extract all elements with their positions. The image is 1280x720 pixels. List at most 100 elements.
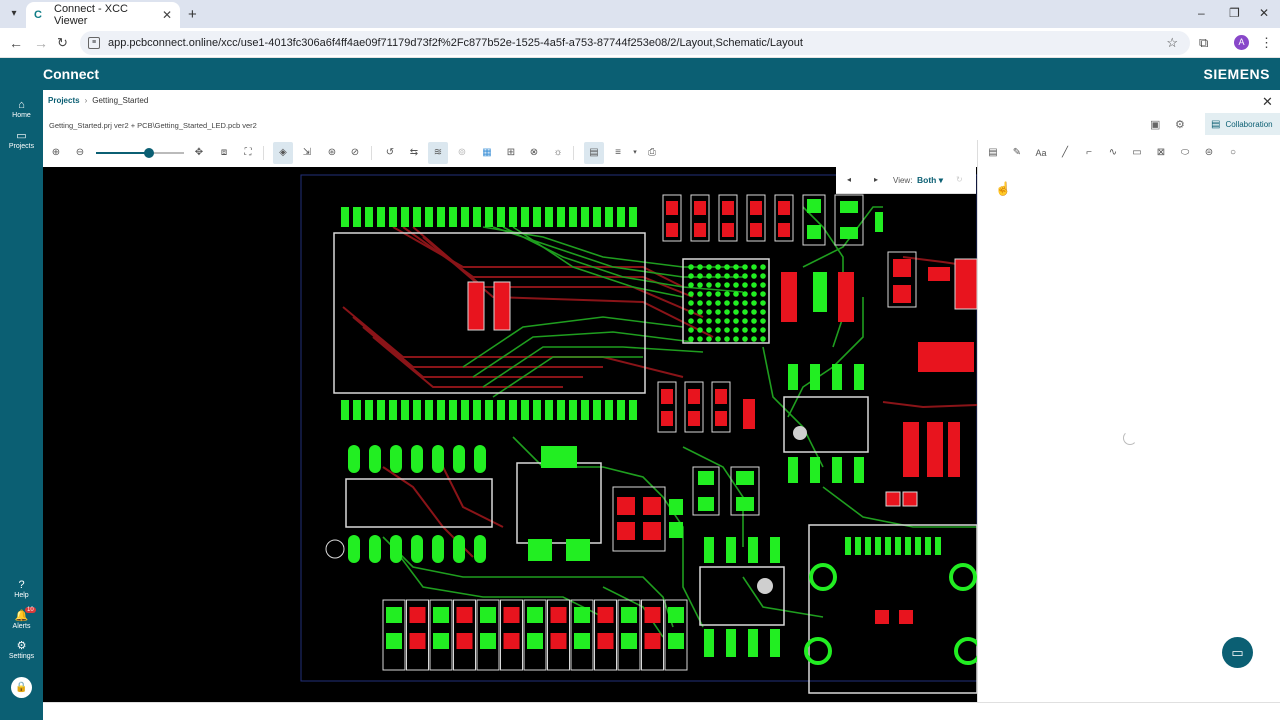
close-tab-icon[interactable]: ✕ [162,8,172,22]
zoom-in-icon[interactable]: ⊕ [49,146,63,160]
flip-icon[interactable]: ⇆ [407,146,421,160]
export-icon[interactable]: ⇲ [300,146,314,160]
rail-item-home[interactable]: ⌂ Home [0,99,43,119]
zoom-area-icon[interactable]: ⧈ [217,146,231,160]
snapshot-icon[interactable]: ▣ [1150,118,1160,131]
forward-icon[interactable]: → [34,35,48,51]
led-row [382,599,688,671]
breadcrumb-projects[interactable]: Projects [48,96,80,105]
line-tool-icon[interactable]: ╱ [1058,146,1072,160]
rail-item-projects[interactable]: ▭ Projects [0,129,43,150]
alerts-badge: 10 [25,607,36,613]
url-field[interactable]: ≡ app.pcbconnect.online/xcc/use1-4013fc3… [80,31,1190,55]
bga-ball [688,309,694,315]
bga-ball [742,264,748,270]
bga-ball [742,273,748,279]
bga-ball [715,309,721,315]
measure-icon[interactable]: ⊚ [455,146,469,160]
bga-ball [706,336,712,342]
cloud-rect-tool-icon[interactable]: ⊠ [1154,146,1168,160]
next-view-icon[interactable]: ▸ [874,175,878,184]
user-lock-icon[interactable]: 🔒 [11,677,32,698]
pen-icon[interactable]: ✎ [1010,146,1024,160]
highlight-net-icon[interactable]: ⊛ [325,146,339,160]
collaboration-button[interactable]: ▤ Collaboration [1205,113,1280,135]
site-info-icon[interactable]: ≡ [88,37,100,49]
bga-ball [760,264,766,270]
pan-icon[interactable]: ✥ [192,146,206,160]
prev-view-icon[interactable]: ◂ [847,175,851,184]
pane-divider[interactable] [977,140,978,703]
stackup-dropdown-icon[interactable]: ▾ [628,146,642,160]
minimize-icon[interactable]: – [1198,6,1205,20]
right-parts [781,251,977,507]
browser-menu-icon[interactable]: ⋮ [1260,35,1273,51]
resistor-array-top [662,194,883,246]
tab-search-icon[interactable]: ▾ [6,6,22,22]
markup-toolbar: ▤ ✎ Aa ╱ ⌐ ∿ ▭ ⊠ ⬭ ⊜ ○ [978,140,1280,166]
ellipse-tool-icon[interactable]: ⬭ [1178,146,1192,160]
stackup-icon[interactable]: ≡ [611,146,625,160]
bga-ball [688,282,694,288]
led-pad [527,607,543,623]
led-pad [597,633,614,649]
view-dropdown[interactable]: Both ▾ [917,175,943,186]
home-icon: ⌂ [18,99,25,111]
close-viewer-icon[interactable]: ✕ [1262,94,1273,110]
pcb-canvas[interactable] [43,167,977,702]
fit-view-icon[interactable]: ⛶ [241,146,255,160]
bga-ball [724,336,730,342]
zoom-slider-thumb[interactable] [143,148,154,158]
bga-ball [715,327,721,333]
search-part-icon[interactable]: ⊗ [527,146,541,160]
bga-ball [688,291,694,297]
rail-item-settings[interactable]: ⚙ Settings [0,639,43,660]
viewer-settings-icon[interactable]: ⚙ [1175,118,1185,131]
polyline-tool-icon[interactable]: ⌐ [1082,146,1096,160]
regulator-outline [516,462,602,544]
led-pad [386,633,402,649]
window-close-icon[interactable]: ✕ [1259,6,1269,20]
layer-stack-icon[interactable]: ≋ [428,142,448,164]
rotate-icon[interactable]: ↺ [383,146,397,160]
bga-ball [706,291,712,297]
led-pad [574,633,590,649]
extensions-icon[interactable]: ⧉ [1199,35,1208,51]
text-tool-icon[interactable]: Aa [1034,146,1048,160]
bookmark-star-icon[interactable]: ☆ [1166,35,1178,51]
print-icon[interactable]: ⎙ [645,146,659,160]
profile-avatar[interactable]: A [1234,35,1249,50]
net-icon[interactable]: ⊞ [504,146,518,160]
bga-ball [724,291,730,297]
rectangle-tool-icon[interactable]: ▭ [1130,146,1144,160]
app-brand[interactable]: Connect [43,66,99,82]
circle-tool-icon[interactable]: ○ [1226,146,1240,160]
bga-ball [688,300,694,306]
refresh-icon[interactable]: ↻ [956,175,963,184]
breadcrumb-current: Getting_Started [92,96,149,105]
rail-item-alerts[interactable]: 🔔 10 Alerts [0,607,43,630]
browser-tab[interactable]: C Connect - XCC Viewer ✕ [26,2,180,28]
component-icon[interactable]: ▦ [480,146,494,160]
back-icon[interactable]: ← [9,35,23,51]
zoom-slider-fill [96,152,149,154]
address-bar-row: ← → ↻ ≡ app.pcbconnect.online/xcc/use1-4… [0,28,1280,58]
bga-ball [751,282,757,288]
zoom-out-icon[interactable]: ⊖ [73,146,87,160]
rail-item-help[interactable]: ? Help [0,579,43,599]
led-pad [644,633,661,649]
zoom-slider[interactable] [96,148,184,158]
freehand-tool-icon[interactable]: ∿ [1106,146,1120,160]
cross-probe-icon[interactable]: ⊘ [348,146,362,160]
reload-icon[interactable]: ↻ [57,35,68,51]
properties-panel-icon[interactable]: ▤ [584,142,604,164]
chat-launcher-icon[interactable]: ▭ [1222,637,1253,668]
light-icon[interactable]: ☼ [551,146,565,160]
cloud-ellipse-tool-icon[interactable]: ⊜ [1202,146,1216,160]
bga-balls [688,264,766,342]
bga-ball [706,309,712,315]
restore-icon[interactable]: ❐ [1229,6,1240,20]
new-tab-icon[interactable]: + [188,6,197,23]
layers-icon[interactable]: ◈ [273,142,293,164]
comment-icon[interactable]: ▤ [986,146,1000,160]
